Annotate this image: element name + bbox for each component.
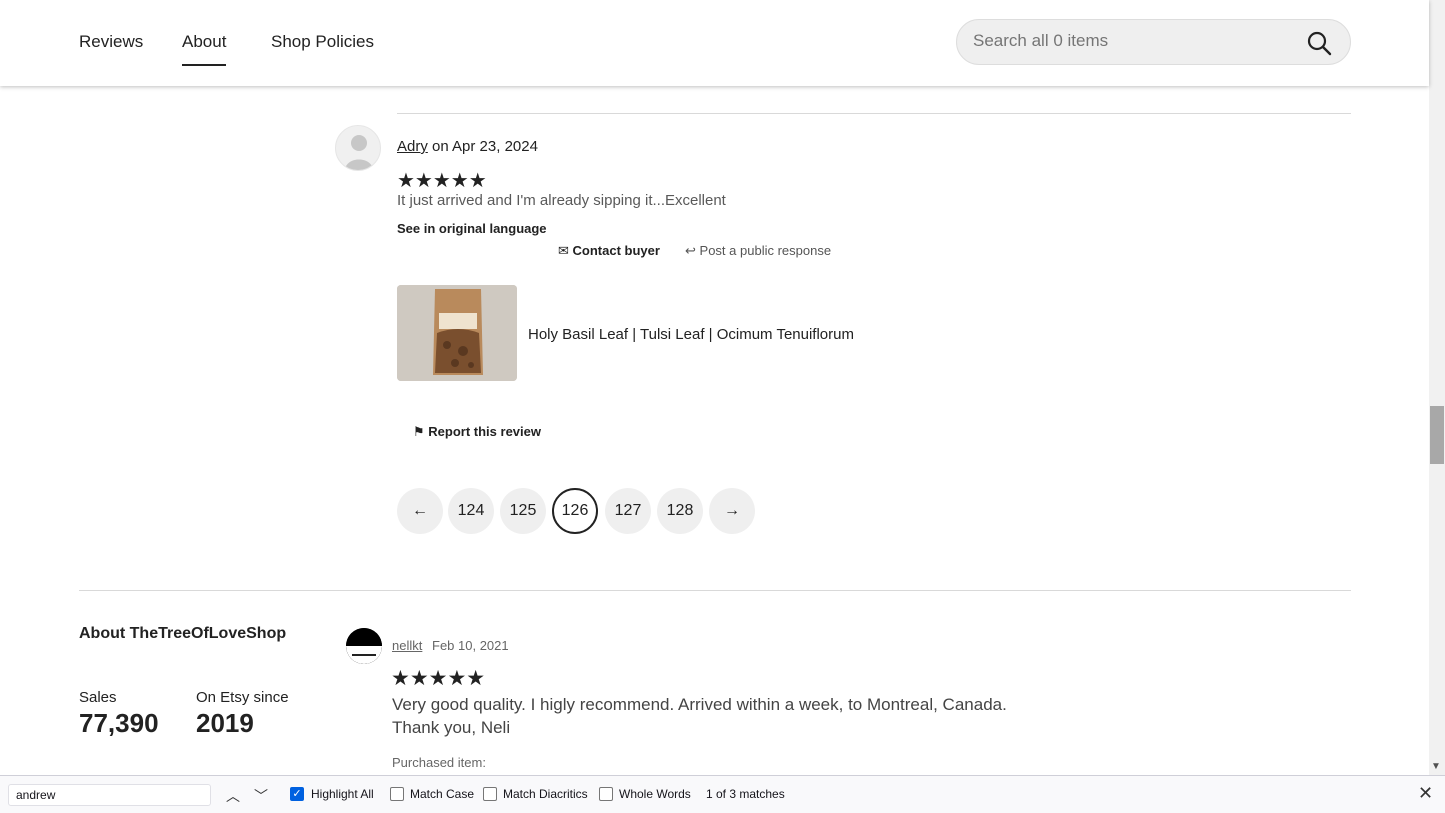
tab-reviews[interactable]: Reviews (79, 32, 143, 52)
close-icon[interactable]: ✕ (1418, 783, 1433, 804)
match-diacritics-checkbox[interactable] (483, 787, 497, 801)
match-case-label[interactable]: Match Case (410, 787, 474, 801)
reviewer-avatar-icon (346, 628, 382, 664)
tea-bag-image (397, 285, 517, 381)
flag-icon: ⚑ (413, 424, 425, 439)
whole-words-checkbox[interactable] (599, 787, 613, 801)
purchased-item-label: Purchased item: (392, 755, 486, 770)
review-date: on Apr 23, 2024 (432, 138, 538, 155)
next-page-button[interactable]: → (709, 488, 755, 534)
page-button[interactable]: 124 (448, 488, 494, 534)
find-in-page-bar: ︿ ﹀ ✓ Highlight All Match Case Match Dia… (0, 775, 1445, 813)
page-button[interactable]: 125 (500, 488, 546, 534)
star-rating: ★★★★★ (397, 170, 487, 192)
reviewer-name-link[interactable]: nellkt (392, 638, 422, 653)
on-etsy-since-label: On Etsy since (196, 689, 289, 706)
highlight-all-label[interactable]: Highlight All (311, 787, 374, 801)
contact-buyer-label: Contact buyer (572, 243, 660, 258)
match-count: 1 of 3 matches (706, 787, 785, 801)
sales-value: 77,390 (79, 708, 159, 738)
report-review-button[interactable]: ⚑ Report this review (413, 424, 541, 440)
page-scrollbar[interactable] (1429, 0, 1445, 775)
divider (397, 113, 1351, 114)
highlight-all-checkbox[interactable]: ✓ (290, 787, 304, 801)
page-button[interactable]: 127 (605, 488, 651, 534)
about-shop-heading: About TheTreeOfLoveShop (79, 625, 287, 642)
match-diacritics-label[interactable]: Match Diacritics (503, 787, 588, 801)
sales-label: Sales (79, 689, 117, 706)
contact-buyer-button[interactable]: ✉ Contact buyer (558, 243, 660, 259)
product-thumbnail[interactable] (397, 285, 517, 381)
find-next-icon[interactable]: ﹀ (254, 786, 268, 806)
product-title-link[interactable]: Holy Basil Leaf | Tulsi Leaf | Ocimum Te… (528, 326, 854, 343)
on-etsy-since-value: 2019 (196, 708, 254, 738)
arrow-right-icon: → (724, 502, 740, 519)
review-text: Very good quality. I higly recommend. Ar… (392, 695, 1007, 737)
reviewer-name-link[interactable]: Adry (397, 138, 428, 155)
find-input[interactable] (8, 784, 211, 806)
match-case-checkbox[interactable] (390, 787, 404, 801)
shop-nav-bar: Reviews About Shop Policies (0, 0, 1429, 86)
post-public-response-label: Post a public response (699, 243, 832, 258)
envelope-icon: ✉ (558, 243, 569, 258)
tab-shop-policies[interactable]: Shop Policies (271, 32, 374, 52)
whole-words-label[interactable]: Whole Words (619, 787, 691, 801)
avatar[interactable] (335, 125, 381, 171)
see-original-language-link[interactable]: See in original language (397, 221, 547, 236)
reply-arrow-icon: ↩ (685, 243, 696, 258)
shop-search-box (956, 19, 1351, 65)
search-icon[interactable] (1306, 30, 1332, 56)
arrow-left-icon: ← (412, 502, 428, 519)
report-review-label: Report this review (428, 424, 541, 439)
divider (79, 590, 1351, 591)
scroll-down-icon[interactable]: ▼ (1431, 761, 1441, 772)
star-rating: ★★★★★ (391, 667, 486, 690)
avatar[interactable] (346, 628, 382, 664)
search-input[interactable] (973, 31, 1293, 51)
prev-page-button[interactable]: ← (397, 488, 443, 534)
tab-about[interactable]: About (182, 32, 227, 66)
find-previous-icon[interactable]: ︿ (226, 786, 240, 806)
default-avatar-icon (345, 135, 373, 170)
page-button[interactable]: 128 (657, 488, 703, 534)
review-text: It just arrived and I'm already sipping … (397, 192, 726, 209)
page-button-current[interactable]: 126 (552, 488, 598, 534)
review-date: Feb 10, 2021 (432, 638, 509, 653)
scrollbar-thumb[interactable] (1430, 406, 1444, 464)
review-byline: Adry on Apr 23, 2024 (397, 138, 538, 155)
post-public-response-button[interactable]: ↩ Post a public response (685, 243, 831, 259)
